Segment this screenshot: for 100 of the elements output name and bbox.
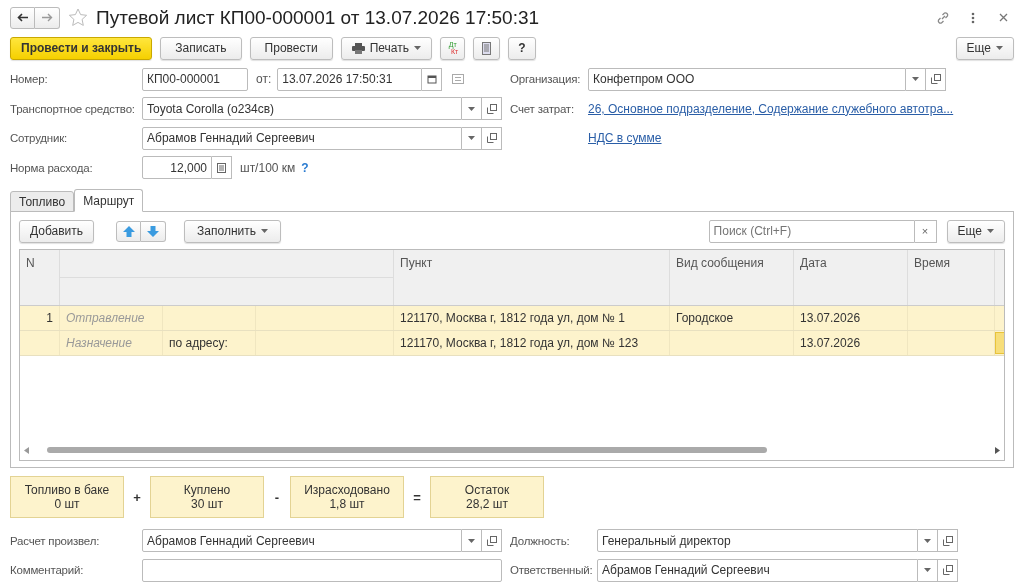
employee-field[interactable]: Абрамов Геннадий Сергеевич	[142, 126, 462, 150]
dropdown-button[interactable]	[462, 126, 482, 150]
fill-button[interactable]: Заполнить	[184, 219, 281, 243]
table-cell: 13.07.2026	[794, 306, 908, 331]
scroll-left-icon[interactable]	[24, 446, 29, 454]
add-button[interactable]: Добавить	[19, 219, 95, 243]
tab[interactable]: Топливо	[10, 191, 75, 213]
summary-title: Топливо в баке	[24, 483, 110, 498]
caret-icon	[987, 229, 994, 234]
toolbar-button[interactable]: Записать	[160, 36, 242, 60]
table-row[interactable]: Назначение по адресу: 121170, Москва г, 1812 года ул, дом № 123 13.07.2026	[20, 331, 1004, 357]
summary-value: 30 шт	[191, 497, 223, 512]
post-and-close-button[interactable]: Провести и закрыть	[10, 36, 153, 60]
table-cell: 1	[20, 306, 60, 331]
dropdown-button[interactable]	[906, 67, 926, 91]
dropdown-button[interactable]	[462, 97, 482, 121]
organization-field[interactable]: Конфетпром ООО	[588, 67, 906, 91]
table-cell: 121170, Москва г, 1812 года ул, дом № 123	[394, 331, 670, 356]
table-cell: 13.07.2026	[794, 331, 908, 356]
open-window-icon	[486, 535, 497, 546]
cost-account-link[interactable]: 26, Основное подразделение, Содержание служебного автотра...	[588, 101, 954, 116]
open-window-icon	[486, 103, 497, 114]
arrow-right-icon	[41, 13, 53, 23]
summary-title: Куплено	[183, 483, 231, 498]
summary-value: 0 шт	[54, 497, 80, 512]
arrow-up-icon	[122, 225, 135, 237]
summary-title: Израсходовано	[304, 483, 390, 498]
open-button[interactable]	[938, 529, 958, 553]
menu-icon	[971, 11, 975, 24]
open-window-icon	[486, 133, 497, 144]
toolbar-button[interactable]: Провести	[249, 36, 333, 60]
more-button[interactable]: Еще	[946, 219, 1005, 243]
table-cell: Назначение	[60, 331, 163, 356]
move-up-button[interactable]	[116, 220, 142, 242]
position-field[interactable]: Генеральный директор	[597, 529, 918, 553]
dropdown-button[interactable]	[918, 529, 938, 553]
open-button[interactable]	[926, 67, 946, 91]
horizontal-scrollbar[interactable]	[24, 444, 1000, 457]
arrow-left-icon	[17, 13, 28, 23]
close-icon	[998, 13, 1008, 23]
field-label: Расчет произвел:	[10, 534, 101, 547]
caret-icon	[414, 46, 421, 50]
star-icon[interactable]	[68, 8, 88, 28]
dropdown-button[interactable]	[918, 558, 938, 582]
summary-title: Остаток	[464, 483, 510, 498]
comment-field[interactable]	[142, 558, 502, 582]
number-field[interactable]: КП00-000001	[142, 67, 248, 91]
caret-icon	[260, 229, 268, 234]
calendar-icon	[426, 74, 437, 85]
scroll-right-icon[interactable]	[995, 446, 1000, 454]
date-field[interactable]: 13.07.2026 17:50:31	[277, 67, 423, 91]
field-label: Ответственный:	[510, 564, 594, 577]
caret-icon	[924, 538, 931, 543]
help-link[interactable]: ?	[301, 160, 309, 175]
help-button[interactable]: ?	[508, 36, 536, 60]
vat-link[interactable]: НДС в сумме	[588, 131, 662, 146]
caret-icon	[468, 136, 475, 141]
field-label: Норма расхода:	[10, 161, 94, 174]
field-label: Должность:	[510, 534, 571, 547]
back-button[interactable]	[10, 6, 35, 29]
operator-sign: +	[132, 489, 142, 505]
open-window-icon	[942, 565, 953, 576]
unit-label: шт/100 км	[240, 160, 296, 175]
list-button[interactable]	[473, 36, 501, 60]
search-field[interactable]: Поиск (Ctrl+F)	[708, 219, 915, 243]
caret-icon	[468, 538, 475, 543]
caret-icon	[912, 77, 919, 82]
open-button[interactable]	[482, 529, 502, 553]
more-button[interactable]: Еще	[955, 36, 1014, 60]
table-cell: Отправление	[60, 306, 163, 331]
calculator-icon	[217, 162, 226, 173]
link-icon	[935, 9, 951, 26]
table-cell: по адресу:	[163, 331, 256, 356]
open-button[interactable]	[482, 97, 502, 121]
field-label: Комментарий:	[10, 564, 85, 577]
caret-icon	[468, 106, 475, 111]
open-button[interactable]	[482, 126, 502, 150]
list-icon[interactable]	[452, 74, 465, 85]
field-label: Номер:	[10, 73, 49, 86]
table-cell: 121170, Москва г, 1812 года ул, дом № 1	[394, 306, 670, 331]
dropdown-button[interactable]	[462, 529, 482, 553]
field-label: Организация:	[510, 73, 582, 86]
clear-button[interactable]: ×	[914, 219, 937, 243]
norm-field[interactable]: 12,000	[142, 156, 212, 180]
caret-icon	[924, 568, 931, 573]
responsible-field[interactable]: Абрамов Геннадий Сергеевич	[597, 558, 918, 582]
operator-sign: -	[273, 489, 281, 505]
open-button[interactable]	[938, 558, 958, 582]
calculator-button[interactable]	[212, 156, 232, 180]
move-down-button[interactable]	[141, 220, 167, 242]
document-icon	[482, 41, 492, 55]
vehicle-field[interactable]: Toyota Corolla (о234св)	[142, 97, 462, 121]
print-button[interactable]: Печать	[340, 36, 432, 60]
field-label: Транспортное средство:	[10, 102, 136, 115]
tab[interactable]: Маршрут	[74, 189, 144, 213]
table-row[interactable]: 1 Отправление 121170, Москва г, 1812 года ул, дом № 1 Городское 13.07.2026	[20, 306, 1004, 332]
calculated-by-field[interactable]: Абрамов Геннадий Сергеевич	[142, 529, 462, 553]
calendar-button[interactable]	[422, 67, 443, 91]
field-label: Счет затрат:	[510, 102, 575, 115]
open-window-icon	[930, 74, 941, 85]
